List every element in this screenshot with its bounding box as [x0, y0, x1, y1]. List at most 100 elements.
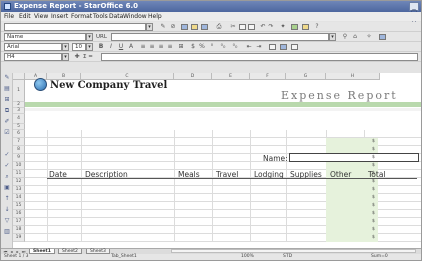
open-icon[interactable] [181, 24, 188, 30]
load-url-field[interactable] [4, 23, 146, 31]
url-field[interactable] [111, 33, 329, 41]
redo-icon[interactable]: ↷ [267, 23, 275, 31]
window-controls-button[interactable]: _ □ × [409, 2, 419, 24]
font-color-icon[interactable]: A [127, 43, 135, 51]
align-center-icon[interactable]: ≡ [148, 43, 156, 51]
column-header[interactable]: D [174, 73, 212, 80]
justify-icon[interactable]: ≡ [166, 43, 174, 51]
row-header[interactable]: 12 [13, 178, 25, 186]
percent-icon[interactable]: % [198, 43, 206, 51]
menu-view[interactable]: View [34, 12, 48, 21]
total-cell[interactable]: $ [372, 187, 375, 192]
row-header[interactable]: 4 [13, 114, 25, 124]
column-header[interactable]: C [81, 73, 174, 80]
hyperlink-icon[interactable] [379, 34, 386, 40]
align-left-icon[interactable]: ≡ [139, 43, 147, 51]
menu-window[interactable]: Window [123, 12, 147, 21]
menu-format[interactable]: Format [71, 12, 92, 21]
align-right-icon[interactable]: ≡ [157, 43, 165, 51]
status-zoom[interactable]: 100% [241, 254, 254, 260]
row-header[interactable]: 17 [13, 218, 25, 226]
add-decimal-icon[interactable]: ⁰₀ [219, 43, 227, 51]
undo-icon[interactable]: ↶ [259, 23, 267, 31]
chevron-down-icon[interactable]: ▾ [146, 23, 153, 31]
data-sources-icon[interactable] [302, 24, 309, 30]
column-header[interactable]: F [250, 73, 286, 80]
background-color-icon[interactable] [280, 44, 287, 50]
total-cell[interactable]: $ [372, 203, 375, 208]
auto-spellcheck-icon[interactable]: ✓ [3, 162, 11, 170]
sort-descending-icon[interactable]: ↓ [3, 206, 11, 214]
column-header[interactable]: H [326, 73, 380, 80]
chevron-down-icon[interactable]: ▾ [62, 43, 69, 51]
menu-file[interactable]: File [4, 12, 14, 21]
row-header[interactable]: 1 [13, 80, 25, 102]
insert-object-icon[interactable]: ⧉ [3, 107, 11, 115]
increase-indent-icon[interactable]: ⇥ [255, 43, 263, 51]
draw-functions-icon[interactable]: ✐ [3, 118, 11, 126]
autopilot-icon[interactable]: ▣ [3, 184, 11, 192]
menu-insert[interactable]: Insert [51, 12, 68, 21]
underline-icon[interactable]: U [117, 43, 125, 51]
chevron-down-icon[interactable]: ▾ [329, 33, 336, 41]
borders-icon[interactable] [269, 44, 276, 50]
total-cell[interactable]: $ [372, 179, 375, 184]
bold-icon[interactable]: B [97, 43, 105, 51]
row-header[interactable]: 11 [13, 170, 25, 178]
chevron-down-icon[interactable]: ▾ [62, 53, 69, 61]
chevron-down-icon[interactable]: ▾ [86, 43, 93, 51]
total-cell[interactable]: $ [372, 139, 375, 144]
total-cell[interactable]: $ [372, 211, 375, 216]
save-icon[interactable] [201, 24, 208, 30]
status-mode[interactable]: STD [283, 254, 292, 260]
sort-ascending-icon[interactable]: ↑ [3, 195, 11, 203]
edit-file-icon[interactable]: ✎ [159, 23, 167, 31]
find-icon[interactable]: ✧ [365, 33, 373, 41]
search-icon[interactable]: ⌕ [3, 173, 11, 181]
insert-icon[interactable]: ▤ [3, 85, 11, 93]
name-input-cell[interactable] [289, 153, 419, 162]
currency-icon[interactable]: $ [189, 43, 197, 51]
navigator-icon[interactable]: ✦ [279, 23, 287, 31]
total-cell[interactable]: $ [372, 147, 375, 152]
total-cell[interactable]: $ [372, 227, 375, 232]
row-header[interactable]: 10 [13, 162, 25, 170]
column-header[interactable]: G [286, 73, 326, 80]
row-header[interactable]: 13 [13, 186, 25, 194]
sum-equals-symbols[interactable]: Σ = [83, 52, 93, 62]
font-name-field[interactable]: Name [4, 33, 86, 41]
formula-input[interactable] [101, 53, 418, 61]
row-header[interactable]: 8 [13, 146, 25, 154]
column-header[interactable]: B [47, 73, 81, 80]
horizontal-scrollbar[interactable] [171, 249, 416, 253]
function-wizard-icon[interactable]: ✚ [73, 53, 81, 61]
help-icon[interactable]: ? [313, 23, 321, 31]
insert-cells-icon[interactable]: ⊞ [3, 96, 11, 104]
total-cell[interactable]: $ [372, 219, 375, 224]
stop-icon[interactable]: ⊘ [169, 23, 177, 31]
gallery-icon[interactable] [291, 24, 298, 30]
total-cell[interactable]: $ [372, 155, 375, 160]
link-icon[interactable]: ⚲ [341, 33, 349, 41]
menu-edit[interactable]: Edit [19, 12, 31, 21]
merge-cells-icon[interactable]: ⊞ [177, 43, 185, 51]
form-functions-icon[interactable]: ☑ [3, 129, 11, 137]
spellcheck-icon[interactable]: ✓ [3, 151, 11, 159]
italic-icon[interactable]: I [107, 43, 115, 51]
font-size-field[interactable]: 10 [72, 43, 86, 51]
autofilter-icon[interactable]: ▽ [3, 217, 11, 225]
spreadsheet-grid[interactable]: ABCDEFGH 1 2 3 4 5 6 7 8 9 10 11 12 13 14 15 16 17 18 19 N… [13, 73, 421, 248]
target-frame-icon[interactable]: ⌂ [351, 33, 359, 41]
row-header[interactable]: 14 [13, 194, 25, 202]
font-color-swatch-icon[interactable] [291, 44, 298, 50]
paste-icon[interactable] [248, 24, 255, 30]
decrease-indent-icon[interactable]: ⇤ [245, 43, 253, 51]
cell-reference-field[interactable]: H4 [4, 53, 62, 61]
menu-tools[interactable]: Tools [93, 12, 108, 21]
total-cell[interactable]: $ [372, 163, 375, 168]
row-header[interactable]: 9 [13, 154, 25, 162]
number-format-icon[interactable]: ⁰ [208, 43, 216, 51]
row-header[interactable]: 19 [13, 234, 25, 242]
row-header[interactable]: 6 [13, 130, 25, 138]
column-header[interactable]: E [212, 73, 250, 80]
